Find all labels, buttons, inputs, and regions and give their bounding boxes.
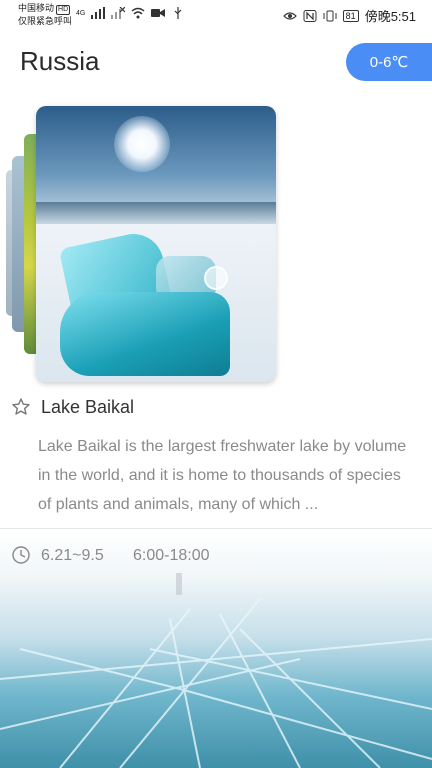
status-bar: 中国移动 HD 仅限紧急呼叫 4G 81 傍晚5:51 [0, 0, 432, 30]
clock-icon [12, 546, 30, 564]
carrier-info: 中国移动 HD 仅限紧急呼叫 [18, 2, 72, 27]
season-dates: 6.21~9.5 [41, 547, 104, 564]
no-signal-icon [111, 7, 126, 19]
status-right-icons: 81 傍晚5:51 [282, 6, 416, 25]
eye-icon [282, 11, 297, 20]
hd-badge: HD [56, 5, 71, 15]
vibrate-icon [323, 10, 337, 21]
carrier-name: 中国移动 [18, 3, 55, 13]
signal-icon [91, 7, 106, 19]
sun-glow [114, 116, 170, 172]
lake-baikal-photo-card[interactable] [36, 106, 276, 382]
horizon [36, 202, 276, 224]
star-outline-icon[interactable] [11, 397, 31, 417]
usb-icon [174, 7, 182, 19]
network-type: 4G [76, 9, 86, 17]
temperature-badge[interactable]: 0-6℃ [346, 43, 432, 81]
nfc-icon [303, 9, 317, 22]
attraction-name: Lake Baikal [41, 397, 135, 417]
video-icon [151, 9, 166, 17]
status-left-icons: 4G [76, 7, 185, 19]
carrier-emergency-text: 仅限紧急呼叫 [18, 16, 73, 26]
page-title: Russia [20, 46, 100, 76]
swipe-handle[interactable] [204, 266, 228, 290]
battery-level: 81 [342, 9, 359, 22]
clock-time: 傍晚5:51 [364, 9, 416, 24]
ice-block [60, 292, 230, 376]
wifi-icon [131, 7, 145, 19]
attraction-description: Lake Baikal is the largest freshwater la… [38, 438, 407, 513]
opening-hours: 6:00-18:00 [133, 547, 210, 564]
